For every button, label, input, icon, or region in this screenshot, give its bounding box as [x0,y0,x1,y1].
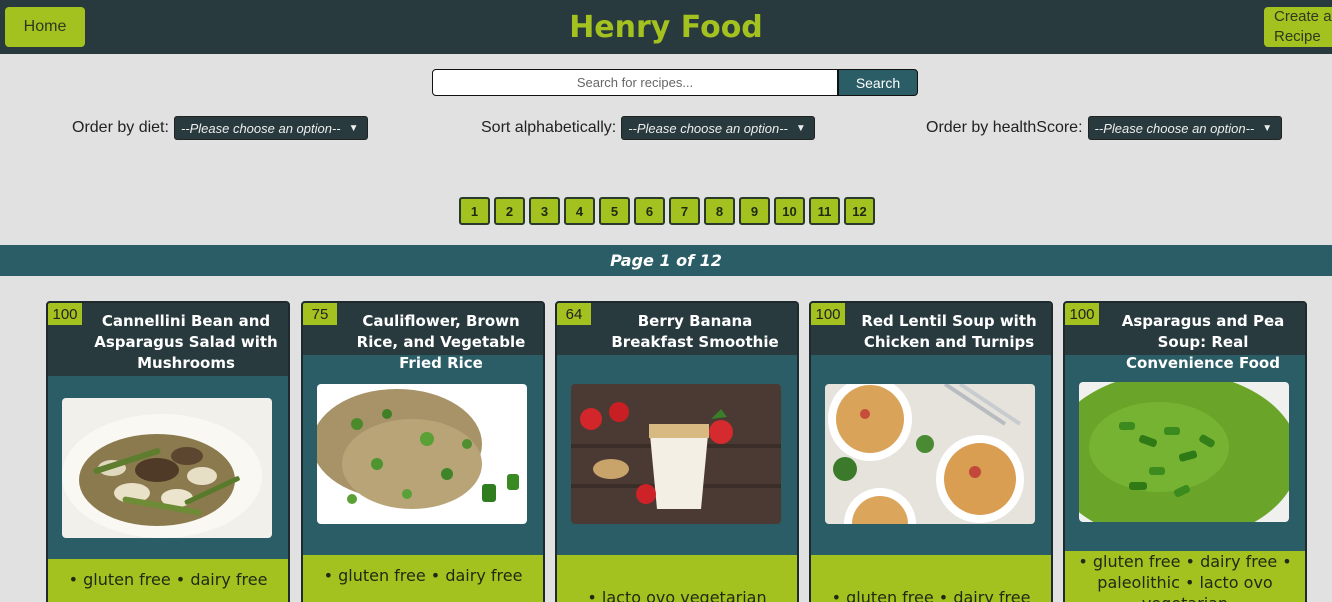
page-button-2[interactable]: 2 [494,197,525,225]
page-button-11[interactable]: 11 [809,197,840,225]
fried-rice-image [317,384,527,524]
page-button-12[interactable]: 12 [844,197,875,225]
health-score-badge: 100 [1065,303,1099,325]
recipe-card[interactable]: 100 Asparagus and Pea Soup: Real Conveni… [1063,301,1307,602]
recipe-title[interactable]: Asparagus and Pea Soup: Real Convenience… [1065,303,1305,374]
lentil-soup-image [825,384,1035,524]
alpha-select-value: --Please choose an option-- [628,120,788,136]
page-button-5[interactable]: 5 [599,197,630,225]
page-button-7[interactable]: 7 [669,197,700,225]
search-button[interactable]: Search [838,69,918,96]
recipe-card[interactable]: 100 Red Lentil Soup with Chicken and Tur… [809,301,1053,602]
alpha-filter: Sort alphabetically: --Please choose an … [481,116,816,140]
recipe-title[interactable]: Berry Banana Breakfast Smoothie [557,303,797,353]
page-button-6[interactable]: 6 [634,197,665,225]
health-filter: Order by healthScore: --Please choose an… [926,116,1282,140]
page-button-10[interactable]: 10 [774,197,805,225]
recipe-title[interactable]: Cannellini Bean and Asparagus Salad with… [48,303,288,374]
pea-soup-image [1079,382,1289,522]
page-button-1[interactable]: 1 [459,197,490,225]
recipe-title[interactable]: Red Lentil Soup with Chicken and Turnips [811,303,1051,353]
chevron-down-icon: ▼ [1262,122,1273,134]
health-score-badge: 75 [303,303,337,325]
diet-filter: Order by diet: --Please choose an option… [72,116,368,140]
page-button-9[interactable]: 9 [739,197,770,225]
card-header: 100 Cannellini Bean and Asparagus Salad … [48,303,288,376]
health-filter-label: Order by healthScore: [926,119,1083,136]
recipe-image[interactable] [1079,382,1289,522]
bean-salad-image [62,398,272,538]
pagination: 1 2 3 4 5 6 7 8 9 10 11 12 [459,197,875,225]
card-header: 100 Red Lentil Soup with Chicken and Tur… [811,303,1051,355]
smoothie-image [571,384,781,524]
recipe-card[interactable]: 100 Cannellini Bean and Asparagus Salad … [46,301,290,602]
card-header: 64 Berry Banana Breakfast Smoothie [557,303,797,355]
recipe-title[interactable]: Cauliflower, Brown Rice, and Vegetable F… [303,303,543,374]
diet-list: • gluten free • dairy free [48,559,288,602]
recipe-image[interactable] [62,398,272,538]
recipe-image[interactable] [825,384,1035,524]
health-select[interactable]: --Please choose an option-- ▼ [1087,116,1282,140]
diet-list: • gluten free • dairy free • paleolithic… [1065,551,1305,602]
health-select-value: --Please choose an option-- [1094,120,1255,136]
top-navbar: Home Henry Food Create a Recipe [0,0,1332,54]
diet-list: • lacto ovo vegetarian [557,555,797,602]
page-status: Page 1 of 12 [0,245,1332,276]
card-header: 75 Cauliflower, Brown Rice, and Vegetabl… [303,303,543,372]
site-title: Henry Food [569,10,763,45]
diet-select-value: --Please choose an option-- [180,120,341,136]
page-button-4[interactable]: 4 [564,197,595,225]
diet-filter-label: Order by diet: [72,119,169,136]
recipe-image[interactable] [571,384,781,524]
diet-select[interactable]: --Please choose an option-- ▼ [173,116,368,140]
chevron-down-icon: ▼ [348,122,359,134]
create-recipe-button[interactable]: Create a Recipe [1264,7,1332,47]
chevron-down-icon: ▼ [795,122,806,134]
alpha-filter-label: Sort alphabetically: [481,119,617,136]
diet-list: • gluten free • dairy free [303,555,543,602]
health-score-badge: 64 [557,303,591,325]
page-button-8[interactable]: 8 [704,197,735,225]
health-score-badge: 100 [48,303,82,325]
health-score-badge: 100 [811,303,845,325]
search-input[interactable] [432,69,838,96]
page-button-3[interactable]: 3 [529,197,560,225]
recipe-card[interactable]: 75 Cauliflower, Brown Rice, and Vegetabl… [301,301,545,602]
alpha-select[interactable]: --Please choose an option-- ▼ [621,116,816,140]
search-bar: Search [432,69,918,96]
diet-list: • gluten free • dairy free [811,555,1051,602]
recipe-image[interactable] [317,384,527,524]
card-header: 100 Asparagus and Pea Soup: Real Conveni… [1065,303,1305,372]
recipe-card[interactable]: 64 Berry Banana Breakfast Smoothie • lac… [555,301,799,602]
